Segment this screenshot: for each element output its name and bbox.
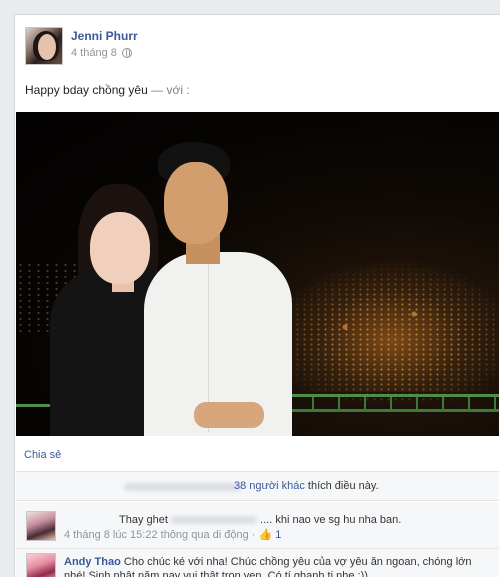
comment-like-count[interactable]: 1 [275, 529, 281, 541]
post-photo[interactable] [16, 112, 499, 436]
comment-text: Thay ghet .... khi nao ve sg hu nha ban. [119, 514, 402, 526]
post-date[interactable]: 4 tháng 8 [71, 47, 117, 59]
blurred-text [170, 516, 257, 525]
comment-item: Andy Thao Cho chúc ké với nha! Chúc chồn… [16, 551, 499, 577]
globe-icon [121, 48, 132, 58]
likes-count-link[interactable]: 38 người khác [234, 480, 305, 492]
comments-section: Thay ghet .... khi nao ve sg hu nha ban.… [16, 502, 499, 577]
blurred-names [124, 483, 242, 491]
commenter-avatar[interactable] [26, 511, 56, 541]
post-meta: 4 tháng 8 [71, 47, 132, 59]
likes-bar: 38 người khác thích điều này. [16, 471, 499, 501]
author-avatar[interactable] [25, 27, 63, 65]
status-text: Happy bday chồng yêu — với : [25, 83, 190, 97]
commenter-avatar[interactable] [26, 553, 56, 577]
like-icon: 👍 [258, 529, 273, 541]
comment-text: Andy Thao Cho chúc ké với nha! Chúc chồn… [64, 556, 472, 577]
comment-meta: 4 tháng 8 lúc 15:22 thông qua di động · … [64, 529, 282, 541]
likes-summary: 38 người khác thích điều này. [234, 480, 379, 492]
comment-time[interactable]: 4 tháng 8 lúc 15:22 thông qua di động [64, 529, 249, 541]
post-card: Jenni Phurr 4 tháng 8 Happy bday chồng y… [14, 14, 500, 577]
commenter-name[interactable]: Andy Thao [64, 556, 121, 568]
author-name[interactable]: Jenni Phurr [71, 29, 138, 43]
with-tag[interactable]: — với : [151, 83, 190, 97]
share-link[interactable]: Chia sẻ [24, 449, 61, 461]
comment-item: Thay ghet .... khi nao ve sg hu nha ban.… [16, 509, 499, 549]
